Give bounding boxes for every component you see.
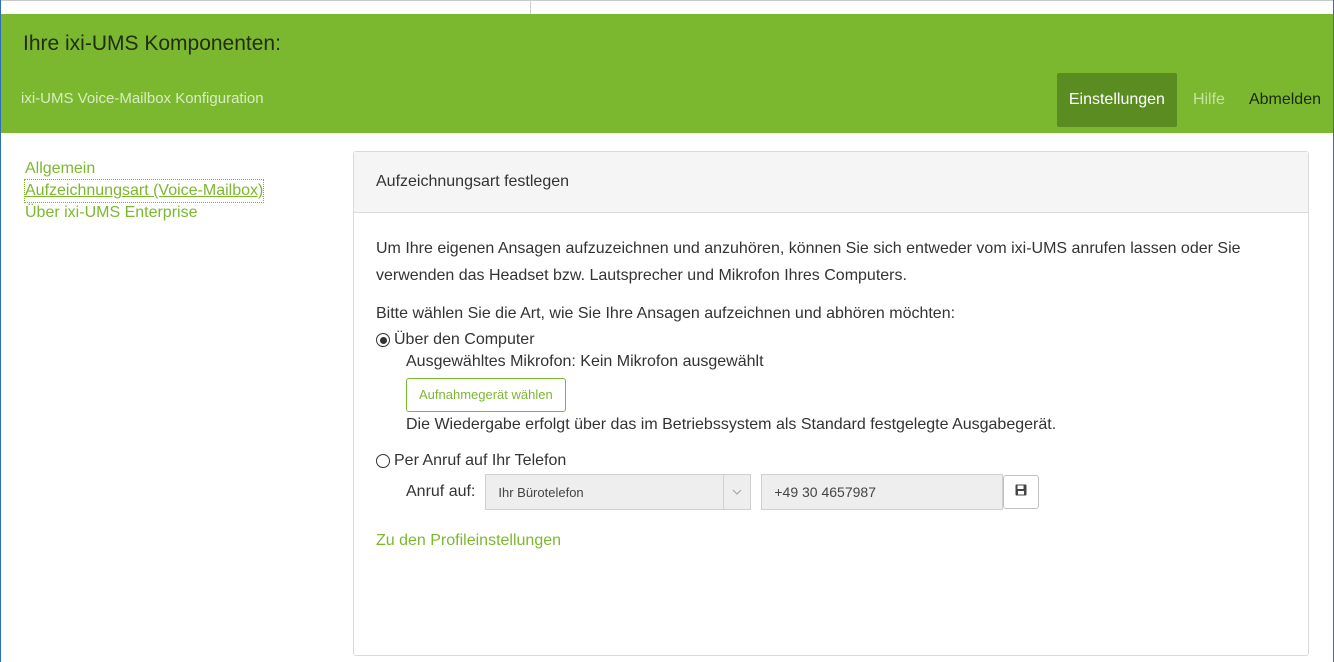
radio-unchecked-icon[interactable] — [376, 454, 390, 468]
header-title: Ihre ixi-UMS Komponenten: — [23, 32, 281, 55]
header-subtitle: ixi-UMS Voice-Mailbox Konfiguration — [21, 90, 264, 107]
settings-panel: Aufzeichnungsart festlegen Um Ihre eigen… — [353, 151, 1309, 656]
panel-title: Aufzeichnungsart festlegen — [354, 152, 1308, 213]
sidebar-item-general[interactable]: Allgemein — [25, 158, 95, 180]
app-window: Ihre ixi-UMS Komponenten: ixi-UMS Voice-… — [0, 0, 1334, 662]
option-computer-label: Über den Computer — [394, 331, 535, 348]
intro-text: Um Ihre eigenen Ansagen aufzuzeichnen un… — [376, 240, 1241, 284]
option-computer-radio[interactable]: Über den Computer — [376, 331, 535, 349]
option-phone-label: Per Anruf auf Ihr Telefon — [394, 452, 567, 469]
top-nav: Einstellungen Hilfe Abmelden — [1056, 73, 1333, 127]
floppy-disk-icon — [1015, 483, 1027, 501]
phone-type-value: Ihr Bürotelefon — [498, 484, 584, 500]
profile-settings-link[interactable]: Zu den Profileinstellungen — [376, 532, 561, 550]
playback-info-text: Die Wiedergabe erfolgt über das im Betri… — [406, 416, 1057, 433]
mic-status-text: Ausgewähltes Mikrofon: Kein Mikrofon aus… — [406, 353, 764, 370]
nav-settings-button[interactable]: Einstellungen — [1056, 73, 1177, 127]
top-divider — [530, 0, 531, 14]
nav-help-link[interactable]: Hilfe — [1181, 73, 1237, 127]
radio-checked-icon[interactable] — [376, 333, 390, 347]
panel-body: Um Ihre eigenen Ansagen aufzuzeichnen un… — [354, 213, 1308, 550]
sidebar-item-about[interactable]: Über ixi-UMS Enterprise — [25, 202, 197, 224]
option-phone-radio[interactable]: Per Anruf auf Ihr Telefon — [376, 452, 566, 470]
save-button[interactable] — [1003, 475, 1040, 509]
chevron-down-icon[interactable] — [723, 475, 750, 509]
phone-number-field[interactable]: +49 30 4657987 — [761, 474, 1004, 510]
sidebar: Allgemein Aufzeichnungsart (Voice-Mailbo… — [23, 158, 335, 224]
top-border — [1, 0, 1333, 1]
select-recording-device-button[interactable]: Aufnahmegerät wählen — [406, 378, 566, 412]
nav-logout-link[interactable]: Abmelden — [1237, 73, 1333, 127]
option-computer-details: Ausgewähltes Mikrofon: Kein Mikrofon aus… — [376, 349, 1308, 438]
call-target-label: Anruf auf: — [406, 483, 476, 500]
sidebar-item-recording-type[interactable]: Aufzeichnungsart (Voice-Mailbox) — [23, 179, 265, 203]
phone-type-select[interactable]: Ihr Bürotelefon — [485, 474, 752, 510]
app-header: Ihre ixi-UMS Komponenten: ixi-UMS Voice-… — [1, 14, 1333, 133]
choice-prompt: Bitte wählen Sie die Art, wie Sie Ihre A… — [376, 305, 956, 322]
call-row: Anruf auf: Ihr Bürotelefon +49 30 465798… — [376, 474, 1308, 510]
